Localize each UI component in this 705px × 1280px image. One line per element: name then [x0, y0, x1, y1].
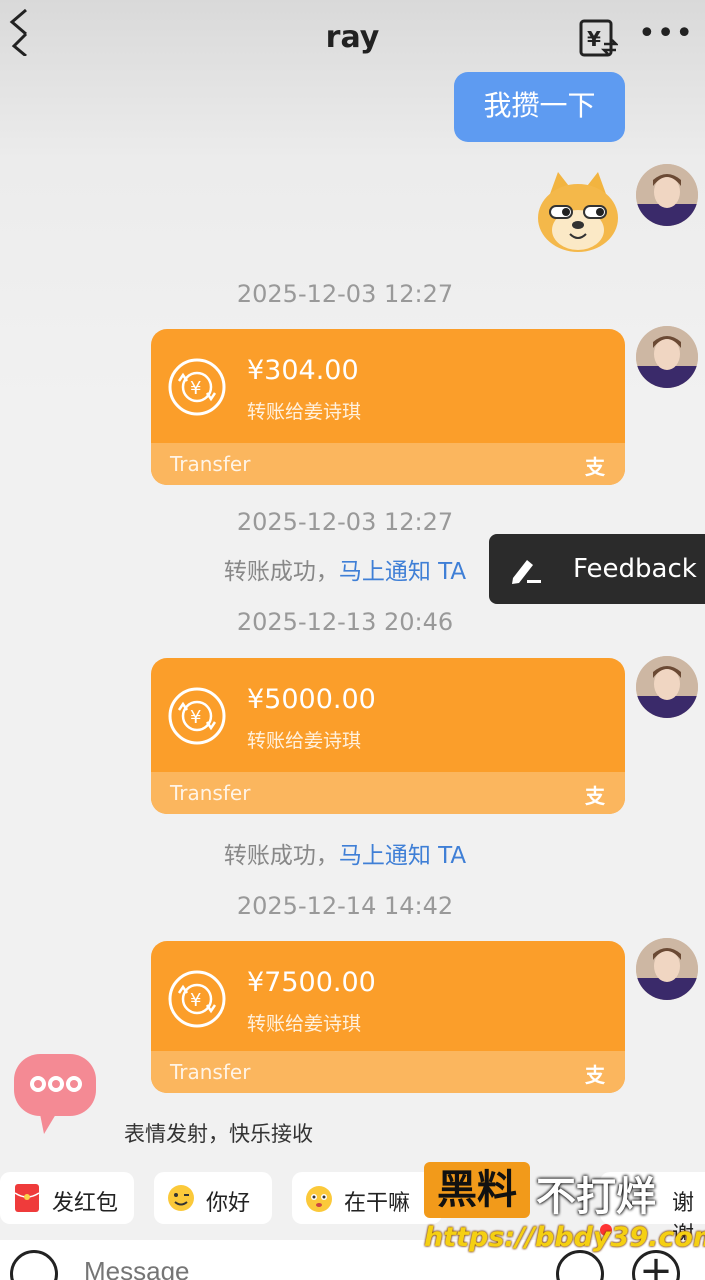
timestamp: 2025-12-14 14:42 — [236, 892, 454, 920]
chat-bubble-icon[interactable] — [10, 1050, 100, 1136]
feedback-label: Feedback — [573, 554, 697, 584]
edit-pen-icon — [509, 554, 543, 586]
quick-reply-whats-up[interactable]: 在干嘛 — [292, 1172, 442, 1224]
transfer-exchange-icon: ¥ — [167, 686, 227, 746]
svg-text:¥: ¥ — [587, 27, 601, 51]
transfer-amount: ¥7500.00 — [247, 967, 376, 998]
avatar[interactable] — [636, 938, 698, 1000]
watermark-title: 不打烊 — [536, 1174, 656, 1220]
transfer-status: 转账成功，马上通知 TA — [0, 836, 690, 870]
curious-emoji-icon — [304, 1183, 334, 1213]
feedback-button[interactable]: Feedback — [489, 534, 705, 604]
quick-reply-hello[interactable]: 你好 — [154, 1172, 272, 1224]
timestamp: 2025-12-13 20:46 — [236, 608, 454, 636]
text-message-bubble[interactable]: 我攒一下 — [454, 72, 625, 142]
transfer-card[interactable]: ¥ ¥7500.00 转账给姜诗琪 Transfer 支 — [151, 941, 625, 1093]
transfer-card[interactable]: ¥ ¥304.00 转账给姜诗琪 Transfer 支 — [151, 329, 625, 485]
transfer-yen-icon[interactable]: ¥ — [578, 18, 620, 58]
avatar[interactable] — [636, 164, 698, 226]
transfer-exchange-icon: ¥ — [167, 969, 227, 1029]
transfer-card[interactable]: ¥ ¥5000.00 转账给姜诗琪 Transfer 支 — [151, 658, 625, 814]
timestamp: 2025-12-03 12:27 — [236, 508, 454, 536]
notify-link[interactable]: 马上通知 TA — [339, 843, 466, 869]
quick-reply-label: 发红包 — [52, 1191, 119, 1216]
status-text: 转账成功， — [223, 843, 339, 869]
svg-text:¥: ¥ — [190, 990, 201, 1011]
transfer-recipient: 转账给姜诗琪 — [247, 1013, 362, 1035]
svg-text:¥: ¥ — [190, 707, 201, 728]
top-bar: ray ¥ ••• — [0, 0, 705, 80]
transfer-label: Transfer — [170, 452, 251, 476]
transfer-exchange-icon: ¥ — [167, 357, 227, 417]
voice-icon[interactable] — [10, 1250, 58, 1280]
transfer-recipient: 转账给姜诗琪 — [247, 401, 362, 423]
alipay-icon: 支 — [585, 455, 605, 479]
transfer-footer: Transfer 支 — [151, 1051, 625, 1093]
avatar[interactable] — [636, 326, 698, 388]
quick-reply-label: 你好 — [206, 1191, 251, 1216]
more-options-icon[interactable]: ••• — [638, 19, 693, 54]
transfer-recipient: 转账给姜诗琪 — [247, 730, 362, 752]
transfer-label: Transfer — [170, 781, 251, 805]
transfer-footer: Transfer 支 — [151, 443, 625, 485]
svg-text:¥: ¥ — [190, 378, 201, 399]
watermark-url: https://bbdy39.com — [424, 1222, 705, 1253]
quick-reply-label: 在干嘛 — [344, 1191, 411, 1216]
avatar[interactable] — [636, 656, 698, 718]
transfer-footer: Transfer 支 — [151, 772, 625, 814]
quick-reply-red-packet[interactable]: 发红包 — [0, 1172, 134, 1224]
alipay-icon: 支 — [585, 784, 605, 808]
watermark: 黑料 不打烊 https://bbdy39.com — [424, 1162, 705, 1262]
status-text: 转账成功， — [223, 559, 339, 585]
notify-link[interactable]: 马上通知 TA — [339, 559, 466, 585]
sticker-hint: 表情发射，快乐接收 — [124, 1122, 313, 1146]
alipay-icon: 支 — [585, 1063, 605, 1087]
doge-sticker-icon[interactable] — [536, 170, 620, 254]
wink-emoji-icon — [166, 1183, 196, 1213]
red-packet-icon — [12, 1183, 42, 1213]
watermark-box: 黑料 — [424, 1162, 530, 1218]
timestamp: 2025-12-03 12:27 — [236, 280, 454, 308]
transfer-label: Transfer — [170, 1060, 251, 1084]
transfer-amount: ¥304.00 — [247, 355, 359, 386]
transfer-amount: ¥5000.00 — [247, 684, 376, 715]
